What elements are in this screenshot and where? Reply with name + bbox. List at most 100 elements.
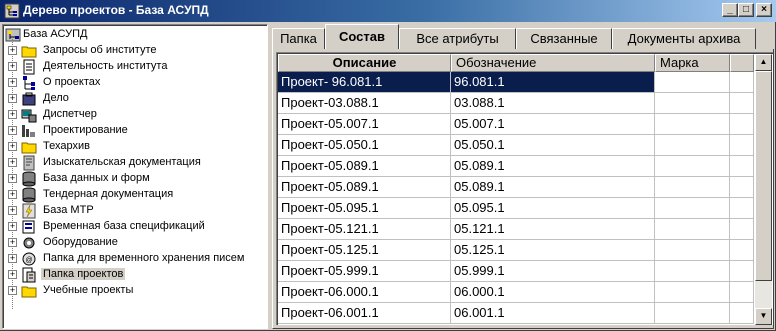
column-header-description[interactable]: Описание xyxy=(278,54,451,72)
cell-designation[interactable]: 05.089.1 xyxy=(451,156,655,177)
cell-designation[interactable]: 05.095.1 xyxy=(451,198,655,219)
expand-toggle-icon[interactable]: + xyxy=(8,254,17,263)
cell-designation[interactable]: 05.089.1 xyxy=(451,177,655,198)
table-row[interactable]: Проект- 96.081.1 96.081.1 xyxy=(278,72,754,93)
cell-designation[interactable]: 05.121.1 xyxy=(451,219,655,240)
cell-description[interactable]: Проект-05.121.1 xyxy=(278,219,451,240)
cell-description[interactable]: Проект-06.000.1 xyxy=(278,282,451,303)
cell-designation[interactable]: 06.000.1 xyxy=(451,282,655,303)
expand-toggle-icon[interactable]: + xyxy=(8,46,17,55)
expand-toggle-icon[interactable]: + xyxy=(8,94,17,103)
cell-mark[interactable] xyxy=(655,240,730,261)
tab-folder[interactable]: Папка xyxy=(272,28,325,49)
tab-all-attributes[interactable]: Все атрибуты xyxy=(399,28,516,49)
cell-designation[interactable]: 06.001.1 xyxy=(451,303,655,324)
expand-toggle-icon[interactable]: + xyxy=(8,270,17,279)
cell-designation[interactable]: 05.999.1 xyxy=(451,261,655,282)
close-button[interactable]: × xyxy=(756,3,772,17)
cell-description[interactable]: Проект-05.089.1 xyxy=(278,156,451,177)
cell-designation[interactable]: 05.007.1 xyxy=(451,114,655,135)
cell-mark[interactable] xyxy=(655,177,730,198)
tree-item[interactable]: + Изыскательская документация xyxy=(3,155,265,171)
tree-item[interactable]: + Временная база спецификаций xyxy=(3,219,265,235)
tab-archive-documents[interactable]: Документы архива xyxy=(612,28,756,49)
expand-toggle-icon[interactable]: + xyxy=(8,206,17,215)
table-row[interactable]: Проект-05.050.1 05.050.1 xyxy=(278,135,754,156)
scroll-thumb[interactable] xyxy=(755,71,772,281)
cell-mark[interactable] xyxy=(655,114,730,135)
cell-mark[interactable] xyxy=(655,261,730,282)
cell-description[interactable]: Проект- 96.081.1 xyxy=(278,72,451,93)
cell-description[interactable]: Проект-05.089.1 xyxy=(278,177,451,198)
vertical-scrollbar[interactable]: ▲ ▼ xyxy=(755,54,772,325)
database-root-icon xyxy=(5,28,21,42)
tree-item[interactable]: + Дело xyxy=(3,91,265,107)
tab-composition[interactable]: Состав xyxy=(325,24,399,49)
expand-toggle-icon[interactable]: + xyxy=(8,110,17,119)
expand-toggle-icon[interactable]: + xyxy=(8,126,17,135)
tree-item[interactable]: + Проектирование xyxy=(3,123,265,139)
minimize-button[interactable]: _ xyxy=(722,3,738,17)
expand-toggle-icon[interactable]: + xyxy=(8,174,17,183)
table-row[interactable]: Проект-05.007.1 05.007.1 xyxy=(278,114,754,135)
expand-toggle-icon[interactable]: + xyxy=(8,222,17,231)
cell-mark[interactable] xyxy=(655,135,730,156)
expand-toggle-icon[interactable]: + xyxy=(8,78,17,87)
cell-mark[interactable] xyxy=(655,282,730,303)
cell-mark[interactable] xyxy=(655,93,730,114)
table-row[interactable]: Проект-05.125.1 05.125.1 xyxy=(278,240,754,261)
tree-item[interactable]: + Техархив xyxy=(3,139,265,155)
cell-description[interactable]: Проект-05.999.1 xyxy=(278,261,451,282)
table-row[interactable]: Проект-06.001.1 06.001.1 xyxy=(278,303,754,324)
column-header-mark[interactable]: Марка xyxy=(655,54,730,72)
tree-item[interactable]: + Оборудование xyxy=(3,235,265,251)
expand-toggle-icon[interactable]: + xyxy=(8,190,17,199)
table-row[interactable]: Проект-05.999.1 05.999.1 xyxy=(278,261,754,282)
cell-description[interactable]: Проект-03.088.1 xyxy=(278,93,451,114)
cell-mark[interactable] xyxy=(655,156,730,177)
cell-description[interactable]: Проект-05.050.1 xyxy=(278,135,451,156)
column-header-designation[interactable]: Обозначение xyxy=(451,54,655,72)
scroll-down-button[interactable]: ▼ xyxy=(755,308,772,325)
project-tree[interactable]: База АСУПД + Запросы об институте + Деятель… xyxy=(2,24,268,329)
scroll-up-button[interactable]: ▲ xyxy=(755,54,772,71)
cell-description[interactable]: Проект-05.007.1 xyxy=(278,114,451,135)
expand-toggle-icon[interactable]: + xyxy=(8,62,17,71)
cell-description[interactable]: Проект-05.125.1 xyxy=(278,240,451,261)
composition-grid[interactable]: Описание Обозначение Марка Проект- 96.08… xyxy=(276,52,773,325)
tree-item[interactable]: + Папка проектов xyxy=(3,267,265,283)
maximize-button[interactable]: □ xyxy=(738,3,754,17)
cell-mark[interactable] xyxy=(655,198,730,219)
tree-item[interactable]: + Запросы об институте xyxy=(3,43,265,59)
expand-toggle-icon[interactable]: + xyxy=(8,286,17,295)
title-bar[interactable]: Дерево проектов - База АСУПД _ □ × xyxy=(0,0,776,22)
expand-toggle-icon[interactable]: + xyxy=(8,238,17,247)
tree-item[interactable]: + О проектах xyxy=(3,75,265,91)
tree-item[interactable]: + @ Папка для временного хранения писем xyxy=(3,251,265,267)
tree-item[interactable]: + База МТР xyxy=(3,203,265,219)
cell-designation[interactable]: 05.050.1 xyxy=(451,135,655,156)
cell-designation[interactable]: 03.088.1 xyxy=(451,93,655,114)
tree-item[interactable]: + Диспетчер xyxy=(3,107,265,123)
tree-item[interactable]: + База данных и форм xyxy=(3,171,265,187)
cell-designation[interactable]: 05.125.1 xyxy=(451,240,655,261)
expand-toggle-icon[interactable]: + xyxy=(8,142,17,151)
cell-description[interactable]: Проект-05.095.1 xyxy=(278,198,451,219)
tab-related[interactable]: Связанные xyxy=(516,28,612,49)
table-row[interactable]: Проект-05.121.1 05.121.1 xyxy=(278,219,754,240)
tree-item[interactable]: + Тендерная документация xyxy=(3,187,265,203)
table-row[interactable]: Проект-05.089.1 05.089.1 xyxy=(278,177,754,198)
cell-mark[interactable] xyxy=(655,72,730,93)
table-row[interactable]: Проект-05.095.1 05.095.1 xyxy=(278,198,754,219)
cell-mark[interactable] xyxy=(655,219,730,240)
cell-description[interactable]: Проект-06.001.1 xyxy=(278,303,451,324)
tree-root[interactable]: База АСУПД xyxy=(3,27,263,43)
cell-designation[interactable]: 96.081.1 xyxy=(451,72,655,93)
expand-toggle-icon[interactable]: + xyxy=(8,158,17,167)
tree-item[interactable]: + Учебные проекты xyxy=(3,283,265,299)
cell-mark[interactable] xyxy=(655,303,730,324)
table-row[interactable]: Проект-03.088.1 03.088.1 xyxy=(278,93,754,114)
table-row[interactable]: Проект-06.000.1 06.000.1 xyxy=(278,282,754,303)
tree-item[interactable]: + Деятельность института xyxy=(3,59,265,75)
table-row[interactable]: Проект-05.089.1 05.089.1 xyxy=(278,156,754,177)
